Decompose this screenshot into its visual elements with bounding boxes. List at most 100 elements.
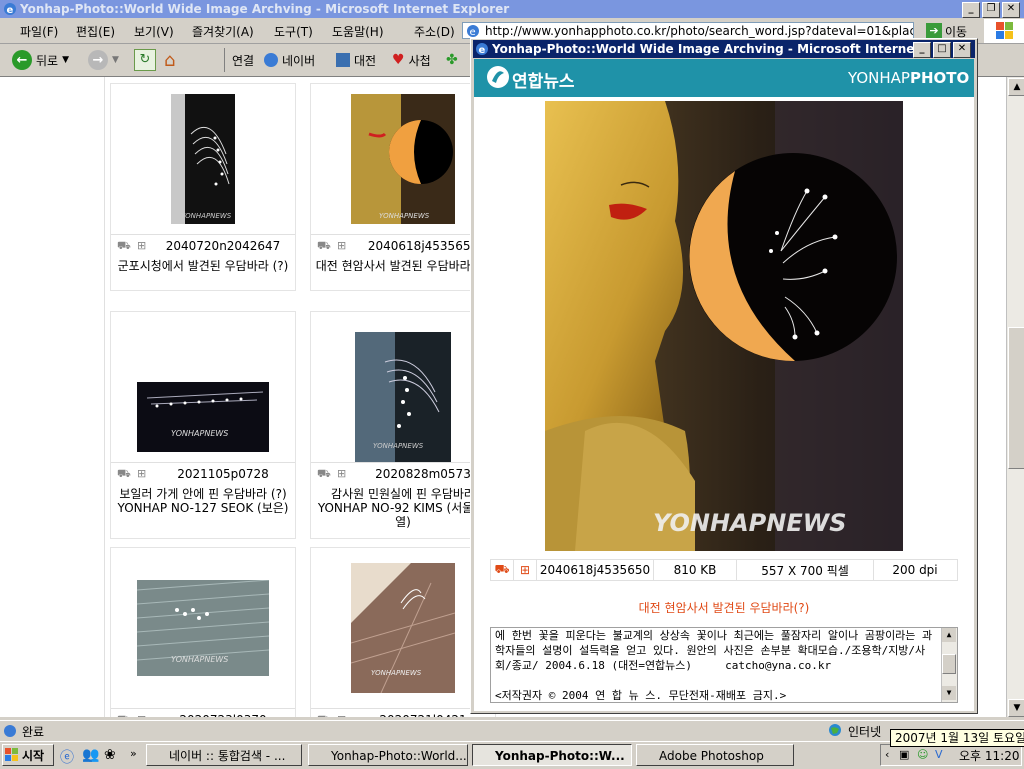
tray-left-arrow-icon[interactable]: ‹ bbox=[885, 748, 889, 761]
desc-scroll-down-button[interactable]: ▼ bbox=[942, 686, 956, 700]
thumb-watermark: YONHAPNEWS bbox=[171, 429, 228, 438]
card-toolbar: ⛟ ⊞ 2020828m0573 bbox=[311, 462, 495, 485]
menu-help[interactable]: 도움말(H) bbox=[332, 23, 384, 40]
refresh-button[interactable]: ↻ bbox=[134, 48, 156, 72]
clover-icon: ✤ bbox=[446, 52, 458, 68]
scroll-down-button[interactable]: ▼ bbox=[1008, 699, 1024, 717]
thumbnail[interactable]: YONHAPNEWS bbox=[311, 548, 495, 708]
link-daejeon[interactable]: 대전 bbox=[336, 48, 376, 72]
card-toolbar: ⛟ ⊞ 2020721l0421 bbox=[311, 708, 495, 717]
task-naver[interactable]: 네이버 :: 통합검색 - ... bbox=[146, 744, 302, 766]
restore-button[interactable]: ❐ bbox=[982, 2, 1000, 18]
result-card[interactable]: YONHAPNEWS ⛟ ⊞ 2020723l0370 bbox=[110, 547, 296, 717]
links-label-box: 연결 bbox=[232, 48, 254, 72]
menu-favorites[interactable]: 즐겨찾기(A) bbox=[192, 23, 254, 40]
start-button[interactable]: 시작 bbox=[2, 744, 54, 766]
grid-icon[interactable]: ⊞ bbox=[337, 240, 351, 252]
cart-icon[interactable]: ⛟ bbox=[117, 468, 131, 480]
thumbnail[interactable]: YONHAPNEWS bbox=[111, 312, 295, 462]
cart-icon[interactable]: ⛟ bbox=[491, 560, 514, 580]
tray-v3-icon[interactable]: V bbox=[935, 748, 943, 761]
brand-left: 연합뉴스 bbox=[512, 72, 575, 92]
scroll-up-button[interactable]: ▲ bbox=[1008, 78, 1024, 96]
quicklaunch-more-icon[interactable]: » bbox=[130, 747, 137, 760]
start-label: 시작 bbox=[22, 748, 45, 763]
task-yonhap-2[interactable]: Yonhap-Photo::W... bbox=[472, 744, 632, 766]
main-photo[interactable]: YONHAPNEWS bbox=[545, 101, 903, 551]
result-card[interactable]: YONHAPNEWS ⛟ ⊞ 2020828m0573 감사원 민원실에 핀 우… bbox=[310, 311, 496, 539]
desc-scroll-up-button[interactable]: ▲ bbox=[942, 628, 956, 642]
menu-edit[interactable]: 편집(E) bbox=[76, 23, 115, 40]
quicklaunch-ie-icon[interactable]: ⓔ bbox=[60, 747, 74, 767]
description-box[interactable]: 에 한번 꽃을 피운다는 불교계의 상상속 꽃이나 최근에는 풀잠자리 알이나 … bbox=[490, 627, 958, 703]
description-scrollbar[interactable]: ▲ ▼ bbox=[941, 628, 957, 702]
home-button[interactable]: ⌂ bbox=[164, 48, 175, 72]
card-toolbar: ⛟ ⊞ 2040720n2042647 bbox=[111, 234, 295, 257]
cart-icon[interactable]: ⛟ bbox=[117, 714, 131, 718]
scroll-thumb[interactable] bbox=[1008, 327, 1024, 469]
grid-icon[interactable]: ⊞ bbox=[337, 714, 351, 718]
cart-icon[interactable]: ⛟ bbox=[117, 240, 131, 252]
tray-messenger-icon[interactable]: ☺ bbox=[917, 748, 928, 761]
photo-info-table: ⛟ ⊞ 2040618j4535650 810 KB 557 X 700 픽셀 … bbox=[490, 559, 958, 581]
windows-flag-icon bbox=[5, 748, 19, 762]
map-icon bbox=[336, 53, 350, 67]
grid-icon[interactable]: ⊞ bbox=[137, 240, 151, 252]
clock[interactable]: 오후 11:20 bbox=[959, 747, 1019, 764]
desc-scroll-thumb[interactable] bbox=[942, 654, 956, 674]
result-card[interactable]: YONHAPNEWS ⛟ ⊞ 2021105p0728 보일러 가게 안에 핀 … bbox=[110, 311, 296, 539]
address-input[interactable]: e http://www.yonhapphoto.co.kr/photo/sea… bbox=[462, 22, 914, 39]
cart-icon[interactable]: ⛟ bbox=[317, 240, 331, 252]
thumbnail[interactable]: YONHAPNEWS bbox=[111, 84, 295, 234]
link-sachup[interactable]: ♥ 사첩 bbox=[392, 48, 431, 72]
forward-button[interactable]: → ▼ bbox=[88, 48, 119, 72]
minimize-button[interactable]: _ bbox=[962, 2, 980, 18]
date-tooltip: 2007년 1월 13일 토요일 bbox=[890, 729, 1024, 747]
menu-view[interactable]: 보기(V) bbox=[134, 23, 174, 40]
link-extra[interactable]: ✤ bbox=[446, 48, 458, 72]
grid-icon[interactable]: ⊞ bbox=[337, 468, 351, 480]
yonhap-header: 연합뉴스 YONHAPPHOTO bbox=[474, 59, 974, 97]
quicklaunch-people-icon[interactable]: 👥 bbox=[82, 747, 99, 763]
home-icon: ⌂ bbox=[164, 49, 176, 71]
task-yonhap-1[interactable]: Yonhap-Photo::World... bbox=[308, 744, 468, 766]
photo-watermark: YONHAPNEWS bbox=[653, 509, 847, 537]
quicklaunch-app-icon[interactable]: ❀ bbox=[104, 747, 116, 763]
cart-icon[interactable]: ⛟ bbox=[317, 714, 331, 718]
photo-caption[interactable]: 대전 현암사서 발견된 우담바라 (?) bbox=[311, 257, 495, 273]
task-photoshop[interactable]: Adobe Photoshop bbox=[636, 744, 794, 766]
close-button[interactable]: ✕ bbox=[1002, 2, 1020, 18]
back-button[interactable]: ← 뒤로 ▼ bbox=[12, 48, 69, 72]
page-scrollbar[interactable]: ▲ ▼ bbox=[1006, 77, 1024, 717]
grid-icon[interactable]: ⊞ bbox=[137, 468, 151, 480]
zone-text: 인터넷 bbox=[848, 725, 882, 739]
photo-caption[interactable]: 군포시청에서 발견된 우담바라 (?) bbox=[111, 257, 295, 273]
result-card[interactable]: YONHAPNEWS ⛟ ⊞ 2020721l0421 bbox=[310, 547, 496, 717]
thumbnail[interactable]: YONHAPNEWS bbox=[311, 312, 495, 462]
photo-caption[interactable]: 보일러 가게 안에 핀 우담바라 (?) YONHAP NO-127 SEOK … bbox=[111, 485, 295, 515]
ie-title-bar[interactable]: e Yonhap-Photo::World Wide Image Archvin… bbox=[0, 0, 1024, 18]
ie-logo-icon: e bbox=[3, 2, 17, 16]
address-url: http://www.yonhapphoto.co.kr/photo/searc… bbox=[485, 24, 914, 38]
cart-icon[interactable]: ⛟ bbox=[317, 468, 331, 480]
thumb-watermark: YONHAPNEWS bbox=[373, 442, 424, 450]
popup-title-bar[interactable]: e Yonhap-Photo::World Wide Image Archvin… bbox=[473, 40, 975, 58]
dropdown-icon: ▼ bbox=[62, 55, 70, 65]
photo-caption[interactable]: 감사원 민원실에 핀 우담바라 YONHAP NO-92 KIMS (서울 회열… bbox=[311, 485, 495, 529]
popup-maximize-button[interactable]: □ bbox=[933, 42, 951, 58]
heart-icon: ♥ bbox=[392, 52, 405, 68]
menu-file[interactable]: 파일(F) bbox=[20, 23, 58, 40]
menu-tools[interactable]: 도구(T) bbox=[274, 23, 313, 40]
grid-icon[interactable]: ⊞ bbox=[514, 560, 537, 580]
grid-icon[interactable]: ⊞ bbox=[137, 714, 151, 718]
photo-id: 2040720n2042647 bbox=[165, 239, 281, 253]
result-card[interactable]: YONHAPNEWS ⛟ ⊞ 2040720n2042647 군포시청에서 발견… bbox=[110, 83, 296, 291]
tray-network-icon[interactable]: ▣ bbox=[899, 748, 909, 761]
popup-minimize-button[interactable]: _ bbox=[913, 42, 931, 58]
result-card[interactable]: YONHAPNEWS ⛟ ⊞ 2040618j4535650 대전 현암사서 발… bbox=[310, 83, 496, 291]
thumbnail[interactable]: YONHAPNEWS bbox=[111, 548, 295, 708]
popup-close-button[interactable]: ✕ bbox=[953, 42, 971, 58]
thumb-watermark: YONHAPNEWS bbox=[171, 655, 228, 664]
thumbnail[interactable]: YONHAPNEWS bbox=[311, 84, 495, 234]
link-naver[interactable]: 네이버 bbox=[264, 48, 315, 72]
